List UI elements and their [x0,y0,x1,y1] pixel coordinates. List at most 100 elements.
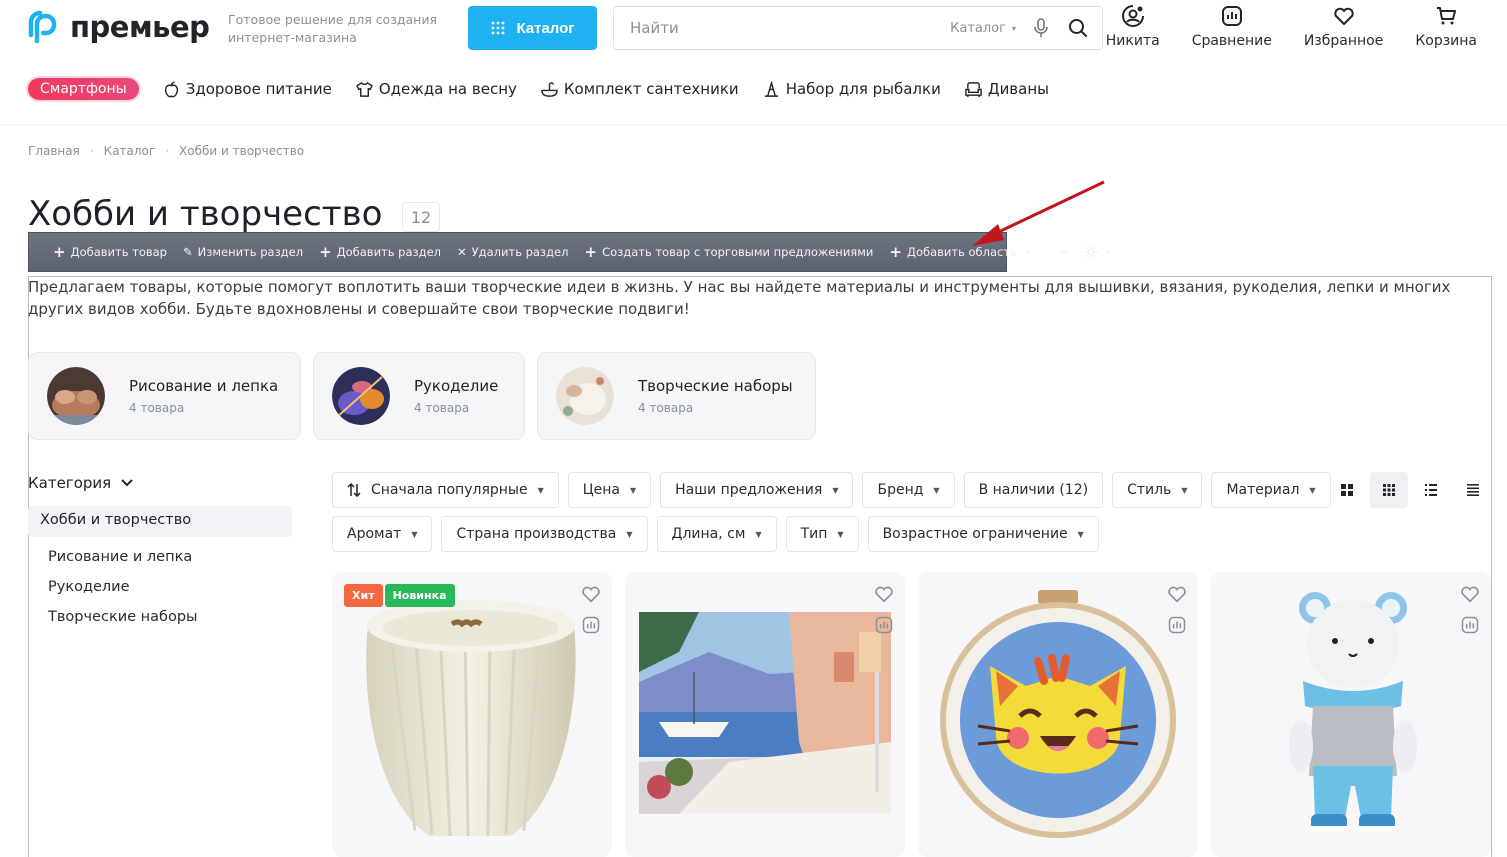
cart-icon [1437,7,1457,25]
compare-icon [1221,6,1242,26]
filter-material[interactable]: Материал ▼ [1211,472,1331,508]
product-card[interactable] [625,572,905,857]
filter-offers[interactable]: Наши предложения ▼ [660,472,854,508]
plus-icon: + [319,242,332,261]
nav-item-plumbing[interactable]: Комплект сантехники [541,80,739,98]
pottery-thumbnail [47,367,105,425]
filter-label: Бренд [877,482,924,498]
compare-icon[interactable] [1460,615,1480,635]
subcategory-card[interactable]: Рукоделие 4 товара [313,352,525,440]
painting-image [639,612,891,814]
shirt-icon [356,81,373,97]
compare-icon[interactable] [1167,615,1187,635]
page-title: Хобби и творчество [28,194,383,234]
filter-label: Тип [800,526,828,542]
plus-icon: + [584,242,598,261]
nav-item-sofas[interactable]: Диваны [965,80,1049,98]
apple-icon [164,80,178,97]
nav-item-label: Диваны [987,80,1049,98]
view-small-grid-button[interactable] [1370,472,1408,508]
product-card[interactable] [1211,572,1491,857]
lines-icon [1467,484,1479,496]
search-icon[interactable] [1068,18,1088,38]
sidebar-item-creative-kits[interactable]: Творческие наборы [48,609,197,625]
catalog-button-label: Каталог [516,19,575,37]
admin-add-product[interactable]: + Добавить товар [45,242,175,261]
filter-price[interactable]: Цена ▼ [567,472,652,508]
filter-label: Страна производства [456,526,617,542]
search-scope-label: Каталог [950,20,1006,36]
search-input[interactable] [630,19,951,37]
filter-label: Аромат [347,526,402,542]
admin-add-section[interactable]: + Добавить раздел [311,242,449,261]
admin-item-label: Создать товар с торговыми предложениями [602,245,874,259]
sidebar-item-needlework[interactable]: Рукоделие [48,579,130,595]
nav-item-spring-clothes[interactable]: Одежда на весну [356,80,517,98]
chevron-down-icon: ▼ [755,529,762,539]
subcategory-name: Рисование и лепка [129,377,279,395]
filter-style[interactable]: Стиль ▼ [1112,472,1203,508]
chevron-down-icon: ▼ [1309,485,1316,495]
grid-large-icon [1341,484,1353,496]
filter-age-limit[interactable]: Возрастное ограничение ▼ [867,516,1099,552]
compare-icon[interactable] [874,615,894,635]
breadcrumb-catalog[interactable]: Каталог [104,144,156,158]
heart-icon [1333,7,1354,25]
breadcrumb-current: Хобби и творчество [179,144,305,158]
compare-icon[interactable] [581,615,601,635]
heart-icon[interactable] [1459,583,1481,605]
admin-delete-section[interactable]: ✕ Удалить раздел [449,245,576,259]
search-scope-select[interactable]: Каталог ▾ [950,21,1016,36]
catalog-button[interactable]: Каталог [468,6,597,50]
admin-create-product-offers[interactable]: + Создать товар с торговыми предложениями [576,242,881,261]
compare-link[interactable]: Сравнение [1176,4,1288,49]
logo[interactable]: премьер [28,10,210,44]
cart-link[interactable]: Корзина [1399,4,1493,49]
filter-type[interactable]: Тип ▼ [785,516,859,552]
annotation-arrow-icon [972,180,1105,246]
chevron-down-icon: ▼ [1181,485,1188,495]
subcategory-count: 4 товара [638,401,694,415]
view-list-button[interactable] [1412,472,1450,508]
badges: Хит Новинка [344,584,455,607]
nav-item-smartphones[interactable]: Смартфоны [28,78,139,100]
category-filter-toggle[interactable]: Категория [28,474,133,492]
admin-item-label: Добавить раздел [336,245,442,259]
filter-row-2: Аромат ▼ Страна производства ▼ Длина, см ▼ … [332,516,1099,552]
microphone-icon[interactable] [1032,18,1050,38]
heart-icon[interactable] [580,583,602,605]
heart-icon[interactable] [873,583,895,605]
sort-icon [347,483,361,497]
tagline: Готовое решение для создания интернет-ма… [228,12,438,45]
chevron-down-icon: ▼ [411,529,418,539]
hit-badge: Хит [344,584,383,607]
favorites-link[interactable]: Избранное [1288,4,1400,49]
nav-item-fishing[interactable]: Набор для рыбалки [763,80,941,98]
subcategory-card[interactable]: Рисование и лепка 4 товара [28,352,301,440]
filter-aroma[interactable]: Аромат ▼ [332,516,433,552]
filter-length[interactable]: Длина, см ▼ [656,516,777,552]
grid-small-icon [1383,484,1395,496]
grid-dots-icon [492,21,505,35]
plus-icon: + [53,242,66,261]
breadcrumb-home[interactable]: Главная [28,144,80,158]
sort-select[interactable]: Сначала популярные ▼ [332,472,559,508]
subcategory-count: 4 товара [414,401,470,415]
filter-in-stock[interactable]: В наличии (12) [963,472,1104,508]
subcategory-card[interactable]: Творческие наборы 4 товара [537,352,816,440]
admin-edit-section[interactable]: ✎ Изменить раздел [175,245,311,259]
filter-country[interactable]: Страна производства ▼ [441,516,648,552]
chevron-down-icon [121,479,133,487]
account-link[interactable]: Никита [1090,4,1176,49]
product-card[interactable]: Хит Новинка [332,572,612,857]
heart-icon[interactable] [1166,583,1188,605]
filter-row-1: Сначала популярные ▼ Цена ▼ Наши предложен… [332,472,1331,508]
view-compact-list-button[interactable] [1454,472,1492,508]
product-card[interactable] [918,572,1198,857]
view-large-grid-button[interactable] [1328,472,1366,508]
nav-item-healthy-food[interactable]: Здоровое питание [163,80,332,98]
filter-brand[interactable]: Бренд ▼ [862,472,955,508]
sidebar-item-drawing[interactable]: Рисование и лепка [48,549,192,565]
sidebar-item-active[interactable]: Хобби и творчество [28,506,292,537]
top-nav: Смартфоны Здоровое питание Одежда на вес… [28,78,1049,100]
